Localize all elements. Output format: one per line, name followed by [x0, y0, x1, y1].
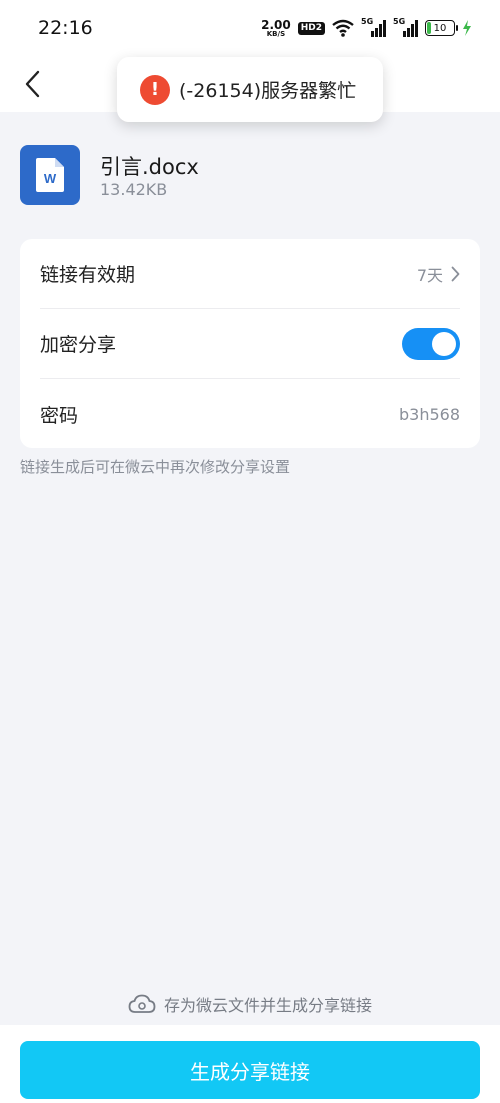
validity-period-value: 7天: [416, 265, 443, 285]
validity-period-row[interactable]: 链接有效期 7天: [40, 239, 460, 309]
network-speed-value: 2.00: [261, 17, 291, 32]
save-note-text: 存为微云文件并生成分享链接: [163, 996, 372, 1015]
file-name: 引言.docx: [100, 155, 199, 179]
file-size: 13.42KB: [100, 180, 168, 199]
file-info: W 引言.docx 13.42KB: [20, 145, 480, 207]
cloud-icon: [128, 994, 156, 1013]
validity-period-value-group: 7天: [417, 262, 460, 286]
share-link-screen: 22:16 2.00 KB/S HD2 5G 5G 10 ! (-26154)服…: [0, 0, 500, 1103]
signal-icon-sim2: 5G: [393, 17, 418, 37]
share-settings-card: 链接有效期 7天 加密分享 密码 b3h568: [20, 239, 480, 448]
word-icon-letter: W: [44, 171, 57, 186]
encrypted-share-label: 加密分享: [40, 334, 117, 356]
battery-level: 10: [433, 22, 447, 34]
word-document-icon: W: [20, 145, 80, 205]
toggle-knob: [432, 331, 456, 356]
password-value: b3h568: [398, 404, 460, 424]
encrypted-share-row: 加密分享: [40, 309, 460, 379]
network-speed-unit: KB/S: [266, 29, 286, 38]
encrypted-share-toggle[interactable]: [402, 327, 460, 360]
network-speed: 2.00 KB/S: [261, 19, 291, 38]
generate-share-link-button[interactable]: 生成分享链接: [20, 1041, 480, 1099]
settings-hint-text: 链接生成后可在微云中再次修改分享设置: [20, 458, 291, 476]
password-label: 密码: [40, 404, 79, 427]
validity-period-label: 链接有效期: [40, 264, 136, 286]
chevron-left-icon: [25, 70, 40, 98]
signal-network-label: 5G: [393, 17, 406, 26]
back-button[interactable]: [12, 62, 52, 106]
signal-icon-sim1: 5G: [361, 17, 386, 37]
signal-network-label: 5G: [361, 17, 374, 26]
chevron-right-icon: [451, 266, 460, 281]
wifi-icon: [332, 19, 354, 37]
charging-icon: [463, 20, 471, 36]
hd-voice-icon: HD2: [297, 21, 325, 35]
password-row[interactable]: 密码 b3h568: [40, 379, 460, 449]
save-to-weiyun-note: 存为微云文件并生成分享链接: [0, 990, 500, 1018]
error-icon: !: [140, 74, 170, 105]
status-time: 22:16: [38, 17, 93, 39]
error-toast: ! (-26154)服务器繁忙: [117, 57, 383, 122]
battery-icon: 10: [425, 20, 458, 36]
status-icons: 2.00 KB/S HD2 5G 5G 10: [261, 16, 472, 40]
status-bar: 22:16 2.00 KB/S HD2 5G 5G 10: [0, 0, 500, 56]
toast-message: (-26154)服务器繁忙: [179, 80, 357, 102]
